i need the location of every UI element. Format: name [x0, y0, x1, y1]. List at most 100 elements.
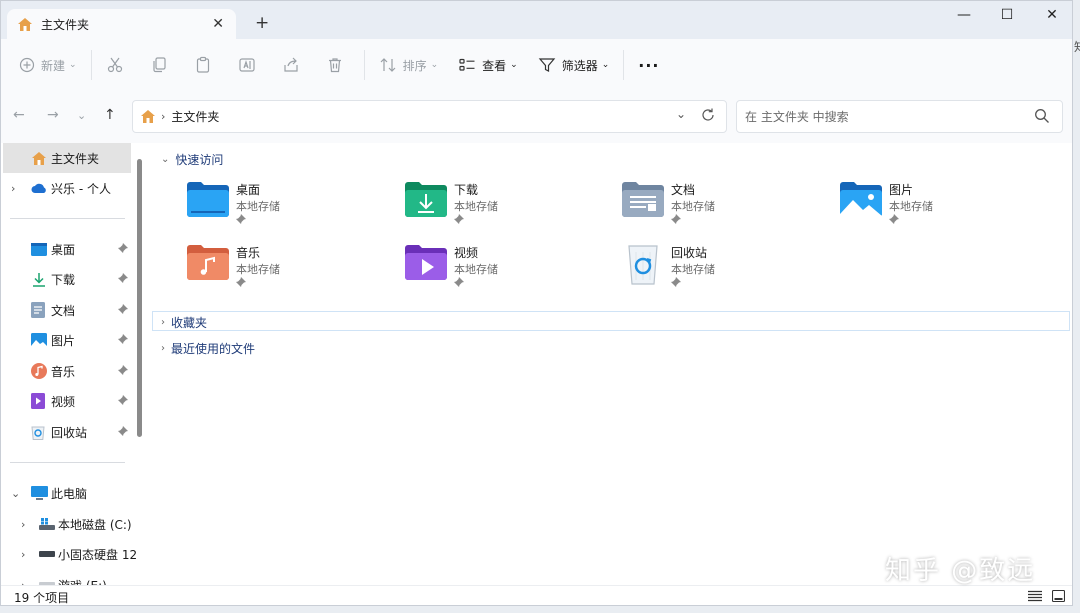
- tab-title: 主文件夹: [41, 18, 90, 32]
- sidebar-item-drive-e[interactable]: › 游戏 (E:): [1, 570, 132, 585]
- filter-icon: [538, 58, 555, 72]
- chevron-down-icon: ⌄: [69, 60, 77, 70]
- tab-close-icon[interactable]: ✕: [212, 16, 224, 32]
- quick-item-videos[interactable]: 视频 本地存储: [405, 244, 605, 300]
- sidebar-item-home[interactable]: 主文件夹: [3, 143, 131, 173]
- sidebar-item-music[interactable]: 音乐: [1, 356, 132, 386]
- group-title: 快速访问: [175, 153, 224, 167]
- sidebar-item-downloads[interactable]: 下载: [1, 264, 132, 294]
- view-label: 查看: [482, 58, 507, 73]
- pin-icon[interactable]: [118, 365, 128, 375]
- pin-icon[interactable]: [118, 273, 128, 283]
- picture-icon: [31, 332, 47, 348]
- chevron-right-icon[interactable]: ›: [21, 548, 25, 561]
- pin-icon[interactable]: [118, 334, 128, 344]
- details-view-icon[interactable]: [1028, 590, 1042, 602]
- item-name: 图片: [889, 183, 914, 197]
- group-header-favorites-highlight[interactable]: [152, 311, 1070, 331]
- paste-button[interactable]: [184, 49, 228, 81]
- chevron-down-icon: ⌄: [430, 60, 439, 70]
- view-list-icon: [459, 58, 475, 71]
- recent-locations-chevron-icon[interactable]: ⌄: [77, 109, 86, 122]
- rename-icon: [238, 58, 255, 72]
- quick-item-documents[interactable]: 文档 本地存储: [622, 181, 822, 237]
- sidebar-item-videos[interactable]: 视频: [1, 386, 132, 416]
- quick-item-downloads[interactable]: 下载 本地存储: [405, 181, 605, 237]
- search-icon[interactable]: [1034, 108, 1050, 124]
- more-options-button[interactable]: ···: [628, 49, 669, 81]
- group-header-recent[interactable]: › 最近使用的文件: [161, 340, 255, 357]
- sidebar-item-onedrive[interactable]: › 兴乐 - 个人: [1, 173, 132, 203]
- copy-button[interactable]: [140, 49, 184, 81]
- chevron-down-icon: ⌄: [510, 60, 518, 70]
- new-tab-button[interactable]: +: [255, 13, 269, 33]
- pin-icon[interactable]: [118, 243, 128, 253]
- watermark: 知乎 @致远: [885, 556, 1036, 586]
- item-location: 本地存储: [889, 200, 933, 213]
- group-header-favorites[interactable]: › 收藏夹: [161, 314, 207, 331]
- item-name: 音乐: [236, 246, 261, 260]
- search-input[interactable]: [743, 107, 1027, 127]
- pin-icon[interactable]: [118, 304, 128, 314]
- rename-button[interactable]: [228, 49, 272, 81]
- sidebar-scrollbar[interactable]: [137, 159, 142, 437]
- pin-icon[interactable]: [118, 426, 128, 436]
- filter-button[interactable]: 筛选器 ⌄: [528, 49, 620, 81]
- chevron-right-icon: ›: [161, 317, 165, 328]
- chevron-down-icon[interactable]: ⌄: [676, 107, 686, 121]
- share-button[interactable]: [272, 49, 316, 81]
- sort-icon: [380, 58, 395, 72]
- chevron-down-icon[interactable]: ⌄: [11, 487, 20, 500]
- sidebar-item-documents[interactable]: 文档: [1, 295, 132, 325]
- sidebar-item-recycle-bin[interactable]: 回收站: [1, 417, 132, 447]
- sort-button[interactable]: 排序 ⌄: [369, 49, 449, 81]
- chevron-right-icon[interactable]: ›: [11, 182, 15, 195]
- quick-item-desktop[interactable]: 桌面 本地存储: [187, 181, 387, 237]
- minimize-button[interactable]: —: [952, 7, 976, 23]
- sidebar-item-pictures[interactable]: 图片: [1, 325, 132, 355]
- back-arrow-icon[interactable]: ←: [13, 107, 25, 123]
- address-bar[interactable]: › 主文件夹 ⌄: [132, 100, 727, 133]
- sidebar-item-drive-c[interactable]: › 本地磁盘 (C:): [1, 509, 132, 539]
- group-title: 收藏夹: [171, 316, 208, 330]
- tiles-view-icon[interactable]: [1052, 590, 1065, 602]
- sidebar-item-this-pc[interactable]: ⌄ 此电脑: [1, 478, 132, 508]
- new-button[interactable]: 新建 ⌄: [9, 49, 87, 81]
- cut-button[interactable]: [96, 49, 140, 81]
- forward-arrow-icon[interactable]: →: [47, 107, 59, 123]
- pin-icon: [889, 214, 899, 224]
- up-arrow-icon[interactable]: ↑: [104, 107, 116, 123]
- sidebar-item-label: 此电脑: [51, 486, 88, 501]
- quick-item-music[interactable]: 音乐 本地存储: [187, 244, 387, 300]
- group-header-quick-access[interactable]: ⌄ 快速访问: [161, 151, 223, 168]
- close-window-button[interactable]: ✕: [1040, 7, 1064, 23]
- item-name: 回收站: [671, 246, 708, 260]
- item-count: 19 个项目: [14, 591, 70, 605]
- search-box[interactable]: [736, 100, 1063, 133]
- sidebar-item-desktop[interactable]: 桌面: [1, 234, 132, 264]
- sidebar-item-label: 音乐: [51, 364, 76, 379]
- view-button[interactable]: 查看 ⌄: [448, 49, 528, 81]
- explorer-window: 主文件夹 ✕ + — ☐ ✕ 新建 ⌄ 排序 ⌄ 查看 ⌄ 筛选器 ⌄ ··· …: [0, 0, 1073, 606]
- tab-home[interactable]: 主文件夹 ✕: [7, 9, 236, 40]
- new-label: 新建: [41, 58, 66, 73]
- refresh-icon[interactable]: [700, 107, 716, 123]
- item-location: 本地存储: [236, 263, 280, 276]
- share-icon: [283, 57, 298, 72]
- chevron-right-icon[interactable]: ›: [21, 518, 25, 531]
- item-location: 本地存储: [236, 200, 280, 213]
- delete-button[interactable]: [316, 49, 360, 81]
- pin-icon[interactable]: [118, 395, 128, 405]
- breadcrumb-home[interactable]: 主文件夹: [171, 108, 219, 125]
- pictures-folder-icon: [840, 182, 882, 217]
- quick-item-recycle-bin[interactable]: 回收站 本地存储: [622, 244, 822, 300]
- sidebar-item-label: 兴乐 - 个人: [51, 181, 111, 196]
- item-location: 本地存储: [454, 263, 498, 276]
- sidebar-item-label: 本地磁盘 (C:): [58, 517, 132, 532]
- filter-label: 筛选器: [561, 58, 598, 73]
- sidebar-item-drive-ssd[interactable]: › 小固态硬盘 12: [1, 539, 137, 569]
- home-icon: [141, 110, 155, 123]
- quick-item-pictures[interactable]: 图片 本地存储: [840, 181, 1040, 237]
- maximize-button[interactable]: ☐: [995, 7, 1019, 23]
- clipboard-icon: [196, 56, 209, 73]
